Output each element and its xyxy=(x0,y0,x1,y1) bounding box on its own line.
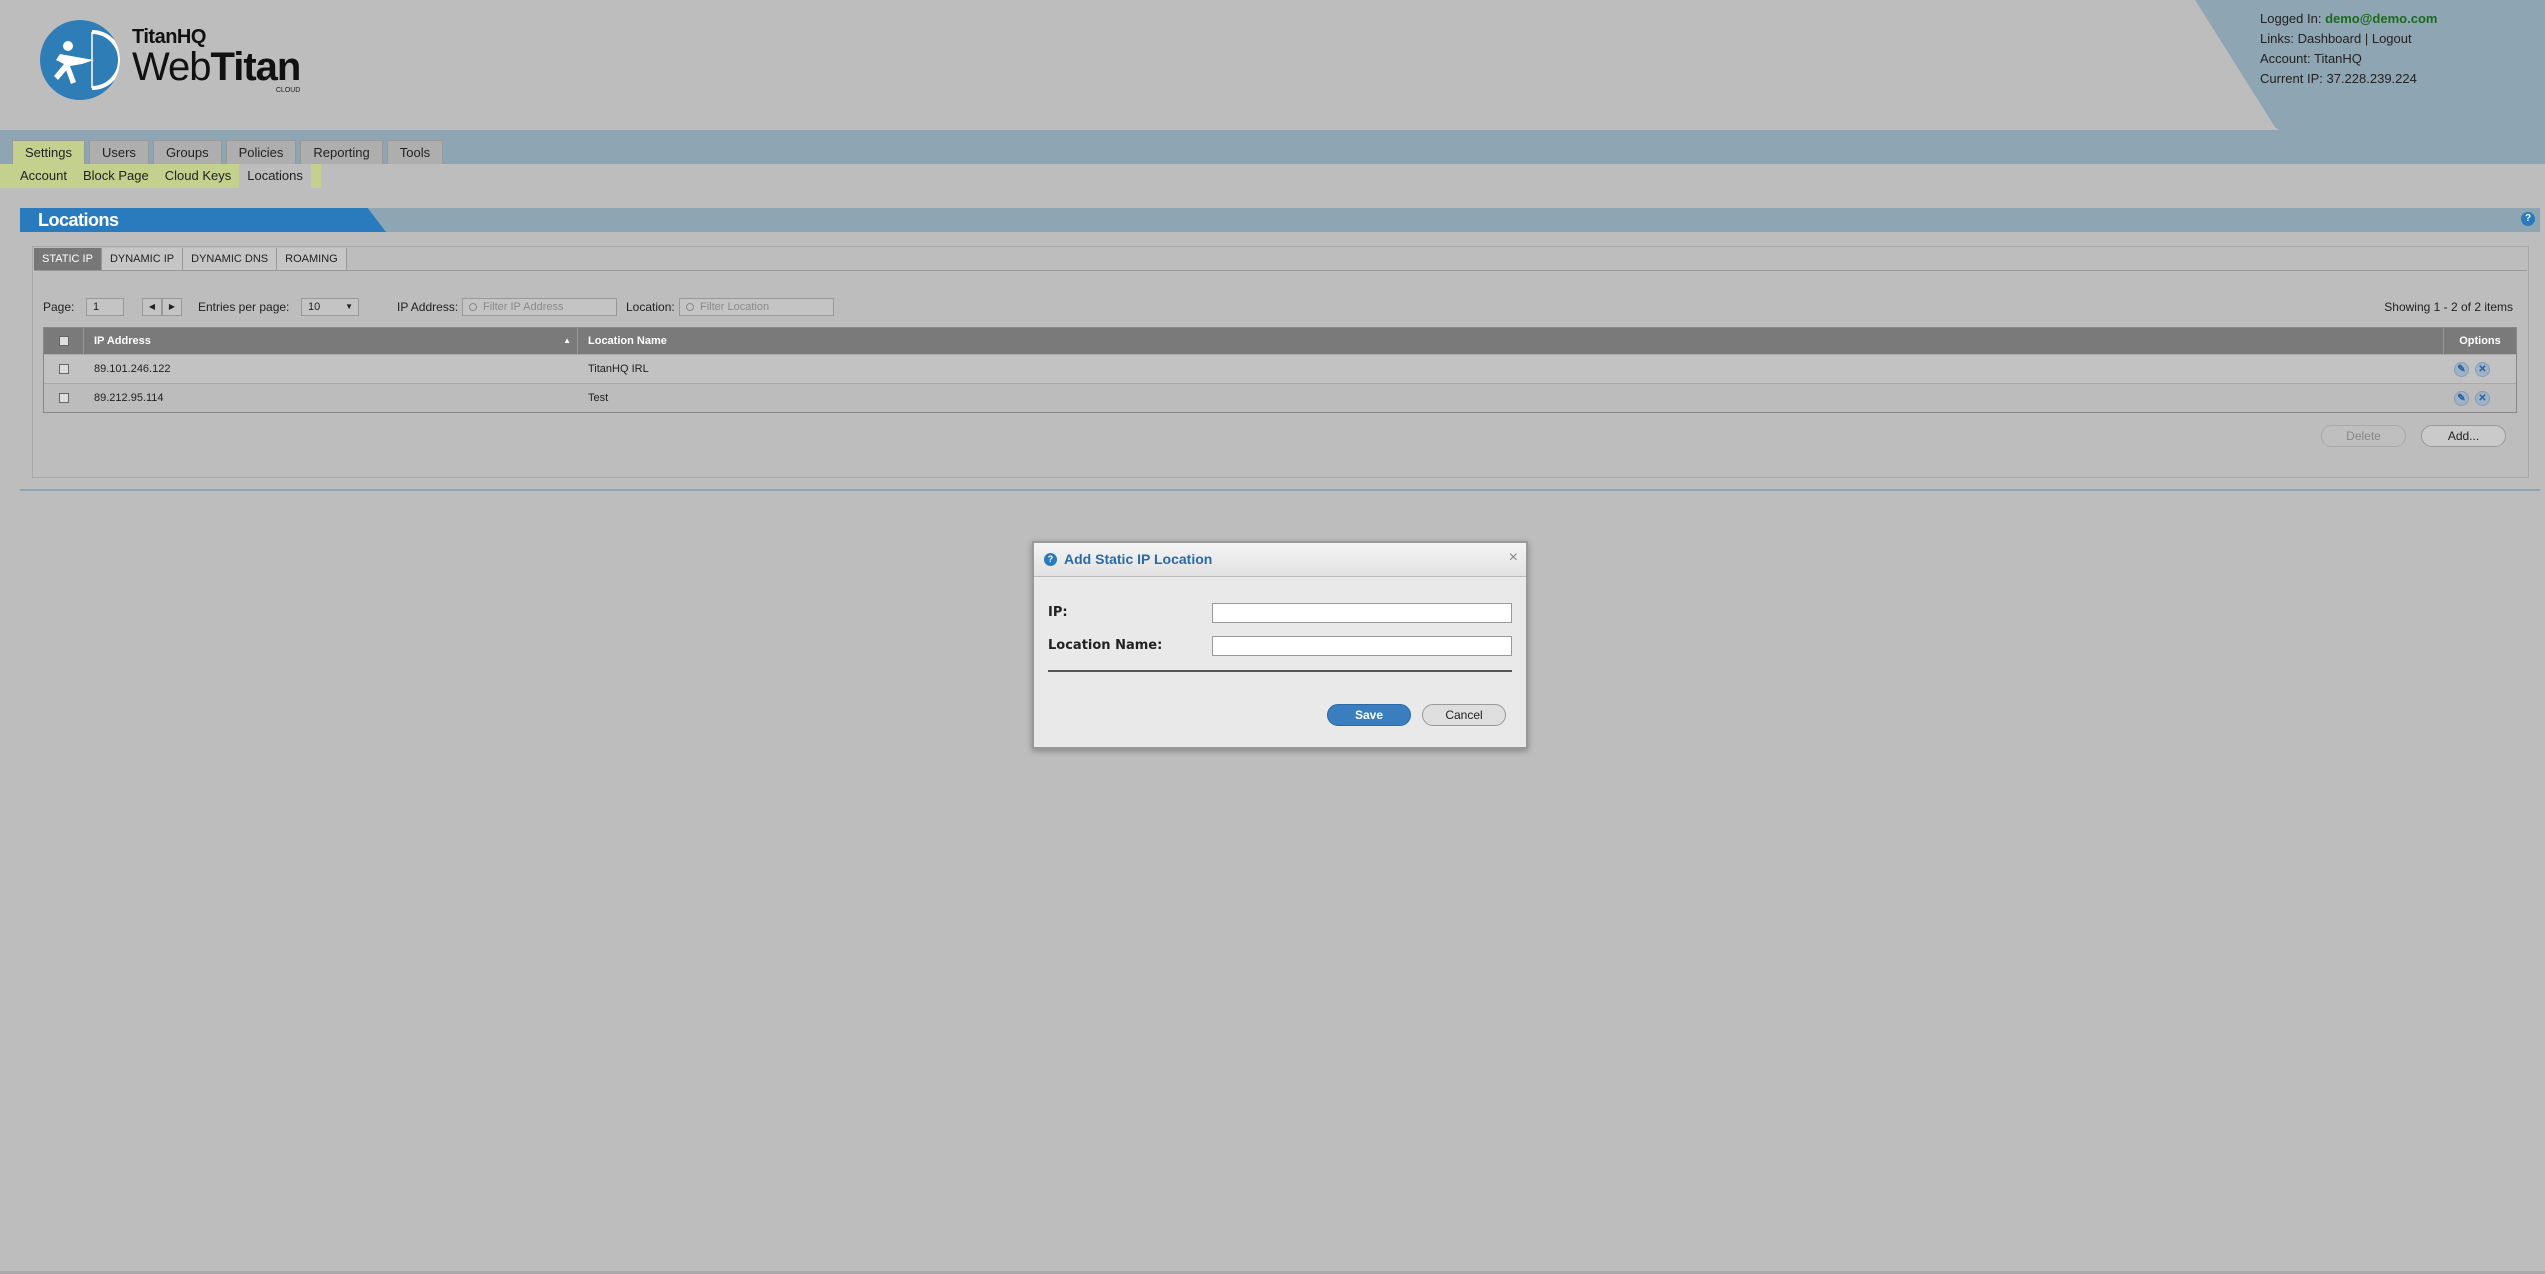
panel-title-bar xyxy=(20,208,2540,232)
chevron-down-icon: ▼ xyxy=(345,302,353,311)
edit-icon[interactable]: ✎ xyxy=(2454,362,2469,377)
row-checkbox[interactable] xyxy=(44,355,84,383)
save-button[interactable]: Save xyxy=(1327,704,1411,726)
nav-tab-groups[interactable]: Groups xyxy=(152,140,222,164)
main-nav: Settings Users Groups Policies Reporting… xyxy=(12,140,444,164)
webtitan-logo[interactable]: TitanHQ WebTitan CLOUD xyxy=(40,20,301,100)
logo-archer-icon xyxy=(40,20,120,100)
page-label: Page: xyxy=(43,300,75,314)
column-header-options: Options xyxy=(2459,335,2501,347)
cell-location: Test xyxy=(588,392,609,404)
tab-static-ip[interactable]: STATIC IP xyxy=(34,248,102,270)
column-header-ip[interactable]: IP Address ▲ xyxy=(84,328,578,354)
page-input[interactable]: 1 xyxy=(86,298,124,316)
tab-dynamic-dns[interactable]: DYNAMIC DNS xyxy=(183,248,278,270)
dialog-header: ? Add Static IP Location × xyxy=(1034,543,1526,577)
dialog-title: Add Static IP Location xyxy=(1064,551,1213,567)
nav-tab-users[interactable]: Users xyxy=(88,140,149,164)
ip-input[interactable] xyxy=(1212,603,1512,623)
cancel-button[interactable]: Cancel xyxy=(1422,704,1506,726)
grid-header: IP Address ▲ Location Name Options xyxy=(44,328,2516,354)
select-all-checkbox[interactable] xyxy=(44,328,84,354)
location-name-input[interactable] xyxy=(1212,636,1512,656)
column-header-location[interactable]: Location Name xyxy=(578,328,2444,354)
ip-label: IP: xyxy=(1048,605,1068,620)
location-filter-input[interactable]: Filter Location xyxy=(679,298,834,316)
ip-filter-input[interactable]: Filter IP Address xyxy=(462,298,617,316)
sort-asc-icon: ▲ xyxy=(563,336,571,345)
dashboard-link[interactable]: Dashboard xyxy=(2298,31,2362,46)
panel-title: Locations xyxy=(20,208,386,232)
subnav-locations[interactable]: Locations xyxy=(239,164,311,188)
entries-select[interactable]: 10 ▼ xyxy=(301,298,359,316)
user-info: Logged In: demo@demo.com Links: Dashboar… xyxy=(2260,11,2438,86)
search-icon xyxy=(469,303,477,311)
next-page-icon[interactable]: ▶ xyxy=(162,298,182,316)
sub-nav: Account Block Page Cloud Keys Locations xyxy=(0,164,335,188)
nav-tab-reporting[interactable]: Reporting xyxy=(300,140,383,164)
cell-ip: 89.212.95.114 xyxy=(94,392,164,404)
help-icon[interactable]: ? xyxy=(2521,212,2535,226)
ip-filter-label: IP Address: xyxy=(397,300,459,314)
search-icon xyxy=(686,303,694,311)
tab-roaming[interactable]: ROAMING xyxy=(277,248,347,270)
close-icon[interactable]: × xyxy=(1509,550,1518,566)
subnav-block-page[interactable]: Block Page xyxy=(74,164,157,188)
tab-dynamic-ip[interactable]: DYNAMIC IP xyxy=(101,248,184,270)
header xyxy=(0,0,2545,130)
cell-ip: 89.101.246.122 xyxy=(94,363,171,375)
logged-in-email: demo@demo.com xyxy=(2325,11,2438,26)
help-icon[interactable]: ? xyxy=(1044,553,1057,566)
location-name-label: Location Name: xyxy=(1048,638,1163,653)
delete-icon[interactable]: ✕ xyxy=(2475,391,2490,406)
account-name: TitanHQ xyxy=(2313,51,2362,66)
table-row[interactable]: 89.212.95.114 Test ✎ ✕ xyxy=(44,383,2516,412)
current-ip: 37.228.239.224 xyxy=(2326,71,2417,86)
location-filter-label: Location: xyxy=(626,300,675,314)
delete-button[interactable]: Delete xyxy=(2321,425,2406,447)
locations-grid: IP Address ▲ Location Name Options 89.10… xyxy=(43,327,2517,413)
add-static-ip-dialog: ? Add Static IP Location × IP: Location … xyxy=(1032,541,1528,749)
add-button[interactable]: Add... xyxy=(2421,425,2506,447)
row-checkbox[interactable] xyxy=(44,384,84,412)
nav-tab-tools[interactable]: Tools xyxy=(386,140,444,164)
location-tabs: STATIC IP DYNAMIC IP DYNAMIC DNS ROAMING xyxy=(34,248,347,270)
subnav-cloud-keys[interactable]: Cloud Keys xyxy=(156,164,240,188)
delete-icon[interactable]: ✕ xyxy=(2475,362,2490,377)
edit-icon[interactable]: ✎ xyxy=(2454,391,2469,406)
prev-page-icon[interactable]: ◀ xyxy=(142,298,162,316)
nav-tab-policies[interactable]: Policies xyxy=(225,140,297,164)
logout-link[interactable]: Logout xyxy=(2372,31,2412,46)
subnav-account[interactable]: Account xyxy=(0,164,75,188)
nav-tab-settings[interactable]: Settings xyxy=(12,140,85,164)
entries-label: Entries per page: xyxy=(198,300,290,314)
table-row[interactable]: 89.101.246.122 TitanHQ IRL ✎ ✕ xyxy=(44,354,2516,383)
showing-count: Showing 1 - 2 of 2 items xyxy=(2384,300,2513,314)
logo-product: WebTitan xyxy=(132,45,301,89)
cell-location: TitanHQ IRL xyxy=(588,363,649,375)
grid-toolbar: Page: 1 ◀ ▶ Entries per page: 10 ▼ IP Ad… xyxy=(43,298,2513,316)
